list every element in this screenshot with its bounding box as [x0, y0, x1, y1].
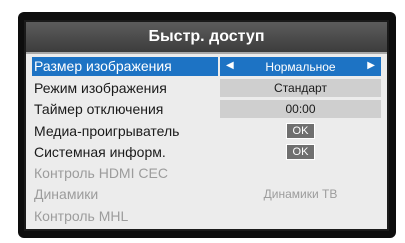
menu-item-sleep-timer[interactable]: Таймер отключения 00:00 [32, 99, 381, 120]
picture-size-value: Нормальное [265, 59, 336, 74]
menu-item-media-player[interactable]: Медиа-проигрыватель OK [32, 120, 381, 141]
system-info-value-cell: OK [220, 143, 381, 161]
menu-item-picture-size[interactable]: Размер изображения ◀ Нормальное ▶ [32, 56, 381, 77]
arrow-right-icon[interactable]: ▶ [367, 60, 375, 71]
menu-item-label: Таймер отключения [34, 101, 164, 118]
menu-item-system-info[interactable]: Системная информ. OK [32, 141, 381, 162]
system-info-ok-button[interactable]: OK [285, 143, 316, 160]
menu-item-label: Динамики [34, 186, 99, 203]
quick-access-menu: Быстр. доступ Размер изображения ◀ Норма… [24, 20, 389, 231]
menu-list: Размер изображения ◀ Нормальное ▶ Режим … [32, 56, 381, 226]
speakers-value: Динамики ТВ [263, 187, 338, 202]
menu-item-label: Режим изображения [34, 79, 167, 96]
menu-item-speakers: Динамики Динамики ТВ [32, 184, 381, 205]
media-player-ok-button[interactable]: OK [285, 122, 316, 139]
menu-item-label: Медиа-проигрыватель [34, 122, 180, 139]
menu-item-label: Системная информ. [34, 143, 166, 160]
menu-item-label: Размер изображения [32, 57, 218, 77]
menu-item-label: Контроль MHL [34, 207, 129, 224]
picture-size-selector[interactable]: ◀ Нормальное ▶ [220, 57, 381, 77]
sleep-timer-value[interactable]: 00:00 [220, 100, 381, 119]
media-player-value-cell: OK [220, 122, 381, 140]
menu-item-mhl-control: Контроль MHL [32, 205, 381, 226]
menu-item-picture-mode[interactable]: Режим изображения Стандарт [32, 77, 381, 98]
arrow-left-icon[interactable]: ◀ [226, 60, 234, 71]
picture-mode-value[interactable]: Стандарт [220, 78, 381, 97]
menu-item-hdmi-cec: Контроль HDMI CEC [32, 162, 381, 183]
menu-title: Быстр. доступ [26, 22, 387, 54]
menu-item-label: Контроль HDMI CEC [34, 165, 168, 182]
